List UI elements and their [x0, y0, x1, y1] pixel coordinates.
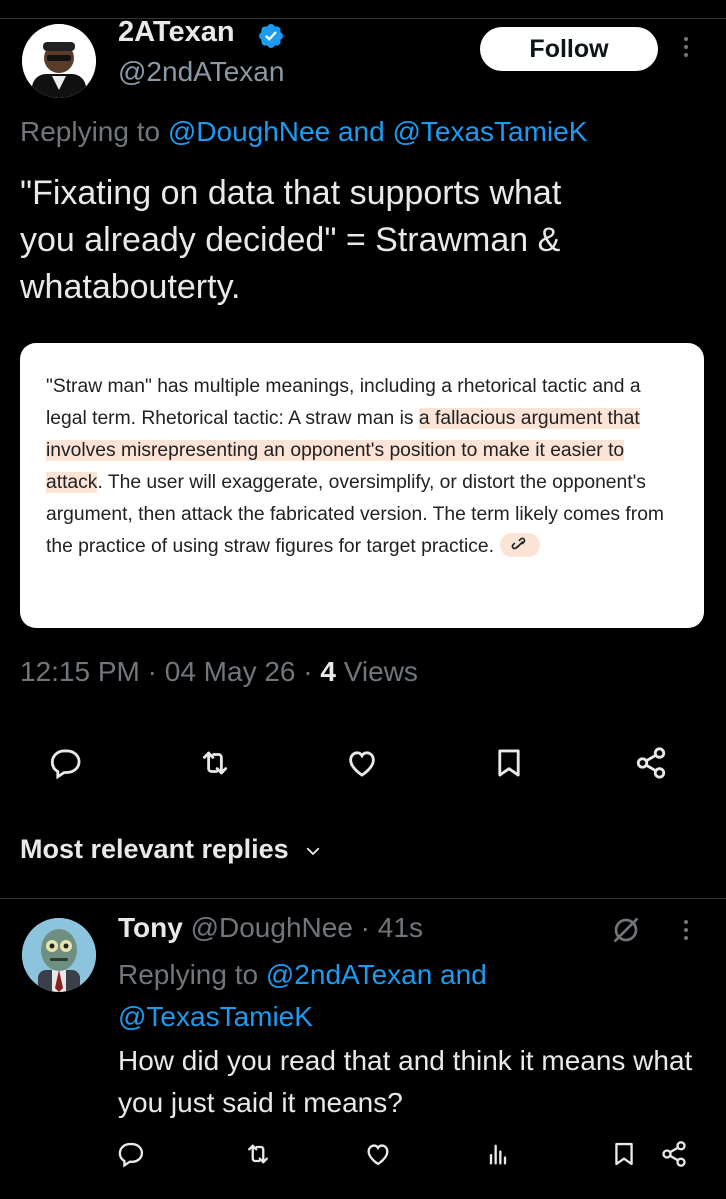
tweet-text: "Fixating on data that supports what you…	[20, 174, 562, 306]
replies-sort-dropdown[interactable]: Most relevant replies	[20, 834, 322, 865]
image-text-part2: . The user will exaggerate, oversimplify…	[46, 472, 664, 557]
analytics-icon[interactable]	[484, 1140, 512, 1168]
reply-author-line: Tony @DoughNee · 41s	[118, 912, 423, 943]
reply-share-icon[interactable]	[660, 1140, 688, 1168]
author-avatar[interactable]	[22, 24, 96, 98]
reply-author-handle[interactable]: @DoughNee	[191, 912, 353, 943]
reply-replying-prefix: Replying to	[118, 959, 266, 990]
tweet-date[interactable]: 04 May 26	[165, 656, 296, 687]
reply-more-options-icon[interactable]	[684, 920, 688, 940]
top-divider	[0, 18, 726, 19]
replies-divider	[0, 898, 726, 899]
views-count: 4	[320, 656, 336, 687]
share-icon[interactable]	[634, 746, 668, 780]
reply-heart-icon[interactable]	[364, 1140, 392, 1168]
tweet-meta: 12:15 PM · 04 May 26 · 4 Views	[20, 656, 418, 687]
grok-icon[interactable]	[610, 914, 642, 946]
reply-author-name[interactable]: Tony	[118, 912, 183, 943]
link-chip-icon	[499, 532, 540, 557]
heart-icon[interactable]	[345, 746, 379, 780]
reply-reply-icon[interactable]	[118, 1140, 146, 1168]
reply-text: How did you read that and think it means…	[118, 1045, 693, 1118]
replying-to: Replying to @DoughNee and @TexasTamieK	[20, 116, 587, 148]
follow-button[interactable]: Follow	[480, 27, 658, 71]
reply-replying-to: Replying to @2ndATexan and @TexasTamieK	[118, 954, 618, 1038]
views-label: Views	[343, 656, 418, 687]
replying-users-link[interactable]: @DoughNee and @TexasTamieK	[168, 116, 588, 147]
chevron-down-icon	[306, 847, 320, 855]
reply-icon[interactable]	[50, 746, 84, 780]
retweet-icon[interactable]	[198, 746, 232, 780]
replying-prefix: Replying to	[20, 116, 168, 147]
replies-sort-label: Most relevant replies	[20, 834, 289, 864]
bookmark-icon[interactable]	[492, 746, 526, 780]
attached-image[interactable]: "Straw man" has multiple meanings, inclu…	[20, 343, 704, 628]
image-text: "Straw man" has multiple meanings, inclu…	[46, 371, 686, 563]
more-options-icon[interactable]	[684, 37, 688, 57]
reply-avatar[interactable]	[22, 918, 96, 992]
author-handle[interactable]: @2ndATexan	[118, 56, 284, 88]
tweet-time[interactable]: 12:15 PM	[20, 656, 140, 687]
verified-badge-icon	[259, 24, 283, 48]
reply-retweet-icon[interactable]	[244, 1140, 272, 1168]
author-name[interactable]: 2ATexan	[118, 16, 235, 49]
reply-age[interactable]: 41s	[378, 912, 423, 943]
reply-bookmark-icon[interactable]	[610, 1140, 638, 1168]
